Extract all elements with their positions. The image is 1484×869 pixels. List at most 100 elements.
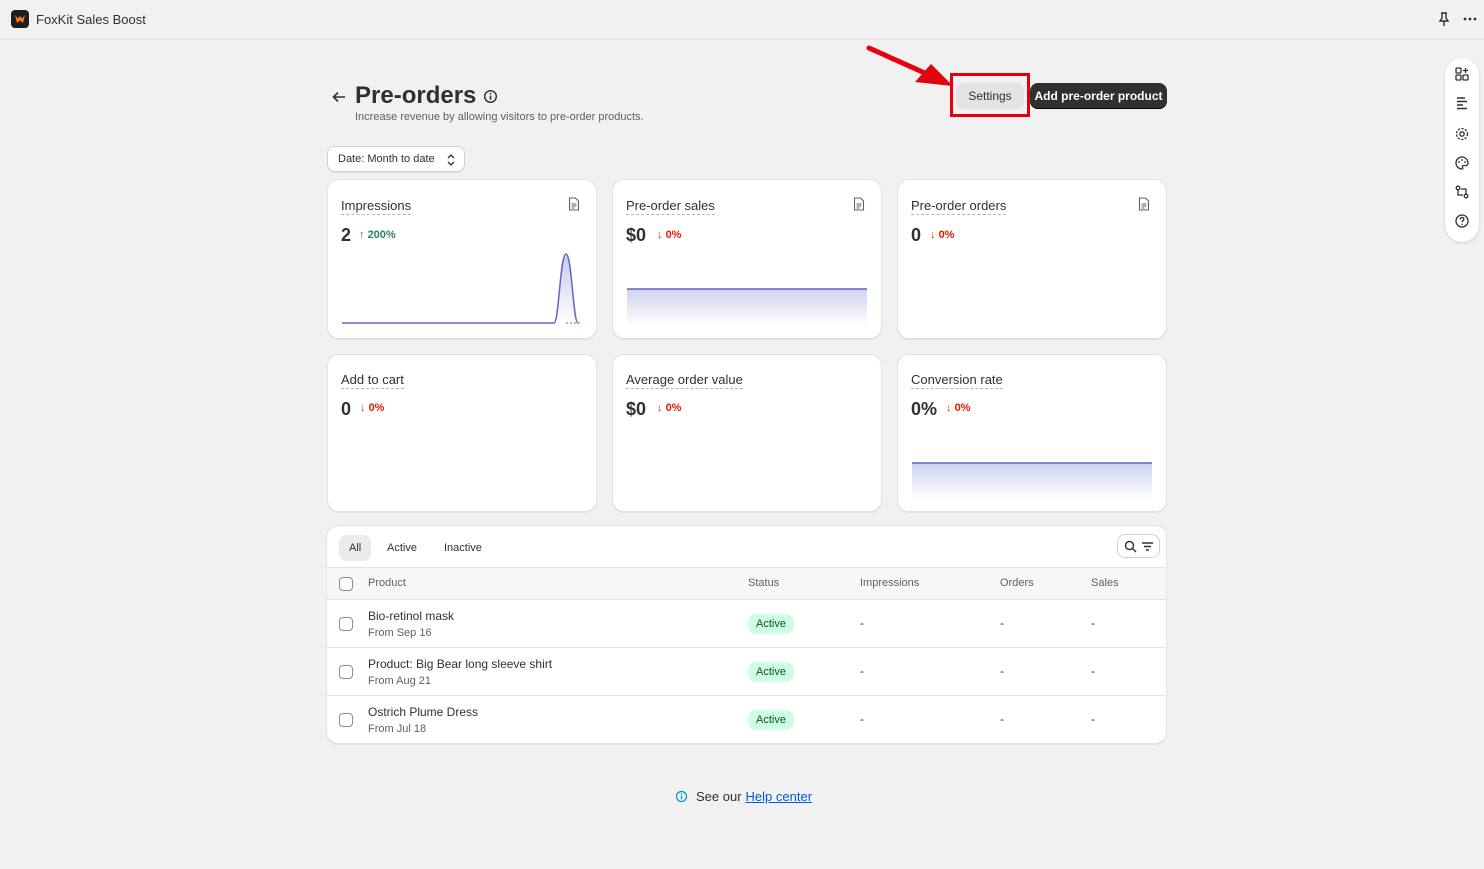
column-orders: Orders <box>1000 577 1034 589</box>
table-row[interactable]: Bio-retinol mask From Sep 16 Active - - … <box>327 600 1166 648</box>
column-sales: Sales <box>1091 577 1119 589</box>
impressions-cell: - <box>860 712 864 726</box>
status-badge: Active <box>748 614 794 634</box>
table-row[interactable]: Ostrich Plume Dress From Jul 18 Active -… <box>327 696 1166 743</box>
metric-title[interactable]: Add to cart <box>341 372 404 389</box>
sales-sparkline <box>627 288 867 326</box>
arrow-down-icon: ↓ <box>946 402 952 414</box>
column-product: Product <box>368 577 406 589</box>
export-report-icon[interactable] <box>853 197 865 211</box>
metric-card-conversion-rate: Conversion rate 0% ↓ 0% <box>897 354 1167 512</box>
metric-card-pre-order-sales: Pre-order sales $0 ↓ 0% <box>612 179 882 339</box>
metric-card-average-order-value: Average order value $0 ↓ 0% <box>612 354 882 512</box>
metric-card-add-to-cart: Add to cart 0 ↓ 0% <box>327 354 597 512</box>
status-badge: Active <box>748 662 794 682</box>
table-header: Product Status Impressions Orders Sales <box>327 567 1166 600</box>
select-chevron-icon <box>447 154 455 166</box>
sales-cell: - <box>1091 664 1095 678</box>
export-report-icon[interactable] <box>1138 197 1150 211</box>
gear-icon[interactable] <box>1454 126 1470 142</box>
product-name[interactable]: Ostrich Plume Dress <box>368 705 478 719</box>
add-pre-order-product-button[interactable]: Add pre-order product <box>1030 83 1167 109</box>
metric-value: $0 <box>626 399 647 419</box>
impressions-cell: - <box>860 616 864 630</box>
column-impressions: Impressions <box>860 577 920 589</box>
table-row[interactable]: Product: Big Bear long sleeve shirt From… <box>327 648 1166 696</box>
help-footer: See our Help center <box>675 789 812 804</box>
tab-all[interactable]: All <box>339 535 372 561</box>
row-checkbox[interactable] <box>339 713 353 727</box>
select-all-checkbox[interactable] <box>339 577 353 591</box>
export-report-icon[interactable] <box>568 197 580 211</box>
arrow-down-icon: ↓ <box>360 402 366 414</box>
annotation-arrow <box>866 45 953 86</box>
product-date: From Aug 21 <box>368 675 431 687</box>
help-icon[interactable] <box>1454 213 1470 229</box>
metric-change: ↓ 0% <box>360 402 385 414</box>
metric-change: ↑ 200% <box>359 229 396 241</box>
metric-card-pre-order-orders: Pre-order orders 0 ↓ 0% <box>897 179 1167 339</box>
row-checkbox[interactable] <box>339 665 353 679</box>
sales-cell: - <box>1091 616 1095 630</box>
settings-button[interactable]: Settings <box>956 83 1024 109</box>
arrow-down-icon: ↓ <box>930 229 936 241</box>
metric-change: ↓ 0% <box>930 229 955 241</box>
metric-change: ↓ 0% <box>946 402 971 414</box>
metric-title[interactable]: Average order value <box>626 372 743 389</box>
arrow-down-icon: ↓ <box>657 402 663 414</box>
search-icon <box>1124 540 1137 553</box>
sales-cell: - <box>1091 712 1095 726</box>
date-range-select[interactable]: Date: Month to date <box>327 146 465 172</box>
products-table: All Active Inactive Product Status Impre… <box>326 525 1167 744</box>
row-checkbox[interactable] <box>339 617 353 631</box>
date-range-label: Date: Month to date <box>338 153 435 165</box>
orders-cell: - <box>1000 664 1004 678</box>
metric-title[interactable]: Pre-order sales <box>626 198 715 215</box>
arrow-up-icon: ↑ <box>359 229 365 241</box>
metric-card-impressions: Impressions 2 ↑ 200% <box>327 179 597 339</box>
pin-icon[interactable] <box>1436 11 1452 27</box>
back-arrow-icon[interactable] <box>330 88 348 106</box>
more-options-icon[interactable] <box>1462 11 1478 27</box>
help-center-link[interactable]: Help center <box>746 789 812 804</box>
arrow-down-icon: ↓ <box>657 229 663 241</box>
column-status: Status <box>748 577 780 589</box>
orders-cell: - <box>1000 712 1004 726</box>
metric-value: 0 <box>911 225 922 245</box>
info-icon[interactable] <box>483 89 498 104</box>
metric-value: 2 <box>341 225 352 245</box>
product-date: From Sep 16 <box>368 627 432 639</box>
search-filter-button[interactable] <box>1117 534 1160 558</box>
product-name[interactable]: Bio-retinol mask <box>368 609 454 623</box>
info-circle-icon <box>675 790 688 803</box>
metric-change: ↓ 0% <box>657 229 682 241</box>
metric-change: ↓ 0% <box>657 402 682 414</box>
impressions-sparkline <box>342 253 582 324</box>
swap-icon[interactable] <box>1454 184 1470 200</box>
list-icon[interactable] <box>1454 95 1470 111</box>
filter-icon <box>1142 542 1153 551</box>
metric-title[interactable]: Conversion rate <box>911 372 1003 389</box>
app-name: FoxKit Sales Boost <box>36 12 146 27</box>
page-title: Pre-orders <box>355 82 477 109</box>
conversion-sparkline <box>912 462 1152 500</box>
orders-cell: - <box>1000 616 1004 630</box>
tab-inactive[interactable]: Inactive <box>434 535 492 561</box>
metric-title[interactable]: Pre-order orders <box>911 198 1007 215</box>
apps-icon[interactable] <box>1454 66 1470 82</box>
tab-active[interactable]: Active <box>377 535 427 561</box>
metric-value: 0% <box>911 399 938 419</box>
right-toolbar <box>1445 58 1479 242</box>
app-logo-icon <box>11 10 29 28</box>
metric-title[interactable]: Impressions <box>341 198 412 215</box>
metric-value: 0 <box>341 399 352 419</box>
product-date: From Jul 18 <box>368 723 427 735</box>
page-subtitle: Increase revenue by allowing visitors to… <box>355 111 644 123</box>
metric-value: $0 <box>626 225 647 245</box>
palette-icon[interactable] <box>1454 155 1470 171</box>
app-topbar: FoxKit Sales Boost <box>0 0 1484 40</box>
help-prefix: See our <box>696 789 742 804</box>
product-name[interactable]: Product: Big Bear long sleeve shirt <box>368 657 552 671</box>
impressions-cell: - <box>860 664 864 678</box>
status-badge: Active <box>748 710 794 730</box>
